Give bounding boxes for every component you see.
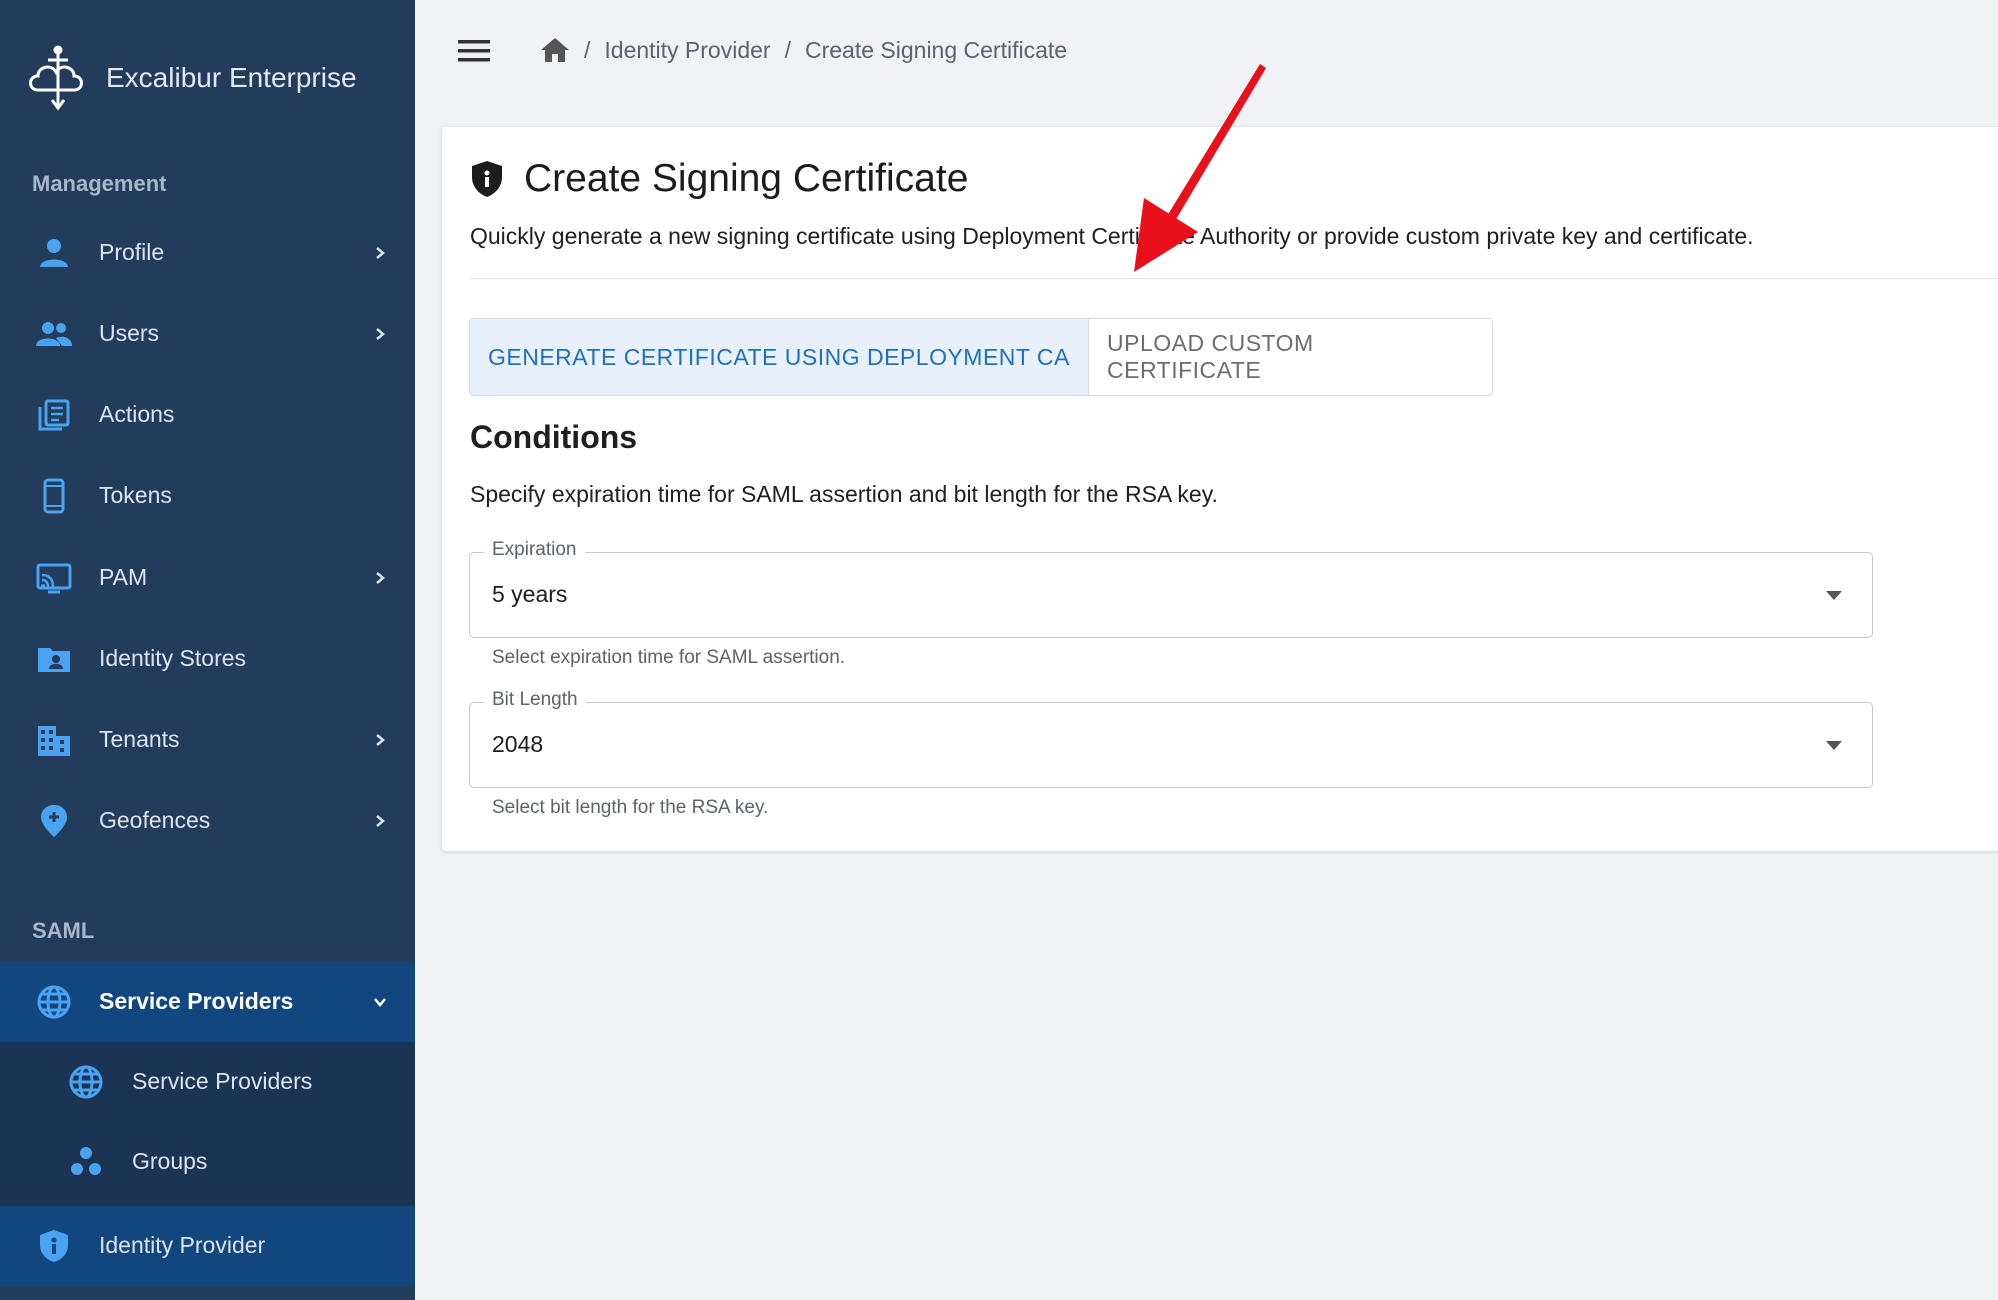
certificate-mode-toggle: GENERATE CERTIFICATE USING DEPLOYMENT CA… [469, 318, 1493, 396]
expiration-label: Expiration [484, 539, 585, 561]
conditions-title: Conditions [470, 419, 638, 455]
sidebar-item-tenants[interactable]: Tenants [0, 700, 415, 780]
dropdown-caret-icon [1826, 591, 1842, 600]
sidebar-item-tokens[interactable]: Tokens [0, 456, 415, 536]
sidebar-item-label: PAM [99, 564, 148, 590]
upload-custom-certificate-button[interactable]: UPLOAD CUSTOM CERTIFICATE [1089, 319, 1492, 395]
sidebar-item-service-providers[interactable]: Service Providers [0, 962, 415, 1042]
excalibur-logo-icon [29, 45, 83, 111]
chevron-down-icon [374, 998, 386, 1007]
building-icon [38, 726, 70, 756]
globe-icon [69, 1065, 103, 1099]
chevron-right-icon [376, 815, 385, 827]
conditions-description: Specify expiration time for SAML asserti… [470, 481, 1218, 507]
brand[interactable]: Excalibur Enterprise [26, 44, 357, 112]
person-icon [40, 239, 68, 267]
phone-icon [43, 478, 65, 514]
bit-length-value: 2048 [492, 731, 544, 757]
generate-certificate-button[interactable]: GENERATE CERTIFICATE USING DEPLOYMENT CA [470, 319, 1089, 395]
sidebar-item-label: Service Providers [132, 1068, 313, 1094]
sidebar-item-actions[interactable]: Actions [0, 375, 415, 455]
annotation-arrow-icon [1134, 64, 1266, 272]
sidebar-item-label: Profile [99, 239, 165, 265]
expiration-select[interactable]: Expiration 5 years [469, 539, 1873, 638]
sidebar-item-geofences[interactable]: Geofences [0, 781, 415, 861]
sidebar-item-label: Actions [99, 401, 175, 427]
sidebar-item-profile[interactable]: Profile [0, 213, 415, 293]
cast-screen-icon [36, 563, 72, 594]
expiration-value: 5 years [492, 581, 568, 607]
chevron-right-icon [376, 247, 385, 259]
users-icon [36, 322, 72, 346]
sidebar-item-identity-stores[interactable]: Identity Stores [0, 619, 415, 699]
card-header: Create Signing Certificate [470, 157, 968, 201]
chevron-right-icon [376, 734, 385, 746]
bit-length-label: Bit Length [484, 689, 586, 711]
dropdown-caret-icon [1826, 741, 1842, 750]
sidebar-item-label: Geofences [99, 807, 211, 833]
breadcrumb-separator: / [584, 36, 591, 63]
sidebar-subitem-groups[interactable]: Groups [0, 1122, 415, 1206]
sidebar-item-label: Users [99, 320, 160, 346]
divider [470, 278, 1998, 279]
breadcrumb-separator: / [784, 36, 791, 63]
home-icon[interactable] [540, 36, 570, 64]
breadcrumb: / Identity Provider / Create Signing Cer… [540, 36, 1067, 64]
section-label-management: Management [32, 171, 167, 196]
sidebar-item-pam[interactable]: PAM [0, 538, 415, 618]
sidebar: Excalibur Enterprise Management Profile … [0, 0, 415, 1300]
sidebar-item-label: Tenants [99, 726, 180, 752]
sidebar-item-users[interactable]: Users [0, 294, 415, 374]
breadcrumb-current: Create Signing Certificate [804, 36, 1068, 63]
hamburger-menu-icon[interactable] [458, 38, 490, 64]
sidebar-item-identity-provider[interactable]: Identity Provider [0, 1206, 415, 1286]
actions-list-icon [38, 399, 70, 431]
chevron-right-icon [376, 572, 385, 584]
bit-length-select[interactable]: Bit Length 2048 [469, 689, 1873, 788]
globe-icon [37, 985, 71, 1019]
page-description: Quickly generate a new signing certifica… [470, 223, 1754, 249]
section-label-saml: SAML [32, 918, 95, 943]
sidebar-item-label: Service Providers [99, 988, 294, 1014]
sidebar-item-label: Identity Provider [99, 1232, 266, 1258]
shield-icon [40, 1230, 68, 1262]
sidebar-item-label: Groups [132, 1148, 208, 1174]
expiration-helper-text: Select expiration time for SAML assertio… [492, 647, 846, 668]
brand-name: Excalibur Enterprise [106, 62, 357, 93]
sidebar-item-label: Identity Stores [99, 645, 247, 671]
location-pin-icon [41, 805, 67, 837]
folder-user-icon [38, 648, 70, 672]
breadcrumb-identity-provider[interactable]: Identity Provider [604, 37, 770, 64]
groups-icon [71, 1147, 101, 1175]
bit-length-helper-text: Select bit length for the RSA key. [492, 797, 769, 818]
shield-icon [472, 161, 502, 197]
page-title: Create Signing Certificate [524, 157, 969, 200]
chevron-right-icon [376, 328, 385, 340]
sidebar-item-label: Tokens [99, 482, 172, 508]
sidebar-subitem-service-providers[interactable]: Service Providers [0, 1042, 415, 1122]
